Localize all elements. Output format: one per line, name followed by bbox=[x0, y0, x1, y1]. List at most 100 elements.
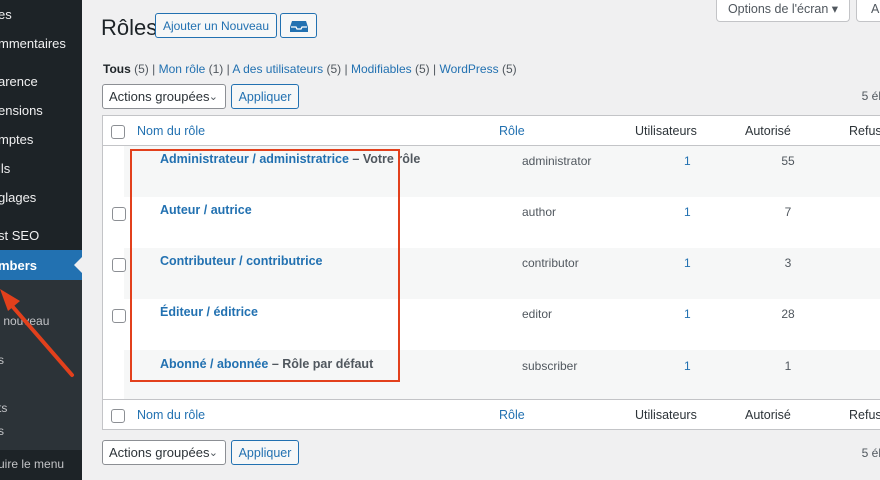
screen-options-button[interactable]: Options de l'écran ▾ bbox=[716, 0, 850, 22]
column-header-role[interactable]: Rôle bbox=[499, 124, 525, 138]
help-button[interactable]: Ai bbox=[856, 0, 880, 22]
column-footer-allowed: Autorisé bbox=[745, 408, 791, 422]
filter-count: (5) bbox=[326, 62, 342, 76]
sidebar-item-plugins[interactable]: ensions bbox=[0, 100, 82, 122]
sidebar-item-comments[interactable]: mmentaires bbox=[0, 33, 82, 55]
role-users-link[interactable]: 1 bbox=[684, 154, 691, 168]
sidebar-item-label: mptes bbox=[0, 132, 34, 147]
column-footer-denied: Refus bbox=[849, 408, 880, 422]
filter-count: (1) bbox=[208, 62, 224, 76]
role-state: – Votre rôle bbox=[348, 152, 421, 166]
role-users-link[interactable]: 1 bbox=[684, 307, 691, 321]
page-title: Rôles bbox=[101, 15, 158, 40]
bulk-actions-select-bottom[interactable]: Actions groupées ⌄ bbox=[102, 440, 226, 465]
submenu-item[interactable]: ts bbox=[0, 401, 7, 415]
role-allowed: 3 bbox=[784, 256, 792, 270]
sidebar-item-label: ils bbox=[0, 161, 11, 176]
role-state: – Rôle par défaut bbox=[268, 357, 374, 371]
sidebar-item-label: mbers bbox=[0, 258, 38, 273]
select-all-checkbox-footer[interactable] bbox=[111, 409, 125, 423]
row-checkbox[interactable] bbox=[112, 309, 126, 323]
sidebar-item-accounts[interactable]: mptes bbox=[0, 129, 82, 151]
role-name-link[interactable]: Éditeur / éditrice bbox=[160, 305, 258, 319]
table-footer: Nom du rôle Rôle Utilisateurs Autorisé R… bbox=[102, 399, 880, 430]
chevron-down-icon: ⌄ bbox=[208, 91, 218, 103]
role-slug: subscriber bbox=[522, 359, 578, 373]
role-users-link[interactable]: 1 bbox=[684, 256, 691, 270]
role-name-link[interactable]: Auteur / autrice bbox=[160, 203, 252, 217]
apply-button-top[interactable]: Appliquer bbox=[231, 84, 299, 109]
inbox-button[interactable] bbox=[280, 13, 317, 38]
sidebar-item-pages[interactable]: es bbox=[0, 4, 82, 26]
sidebar-item-members[interactable]: mbers bbox=[0, 250, 82, 280]
sidebar-item-label: ensions bbox=[0, 103, 43, 118]
role-name-link[interactable]: Administrateur / administratrice – Votre… bbox=[160, 152, 420, 166]
column-footer-role[interactable]: Rôle bbox=[499, 408, 525, 422]
sidebar-item-label: arence bbox=[0, 74, 38, 89]
sidebar-item-tools[interactable]: ils bbox=[0, 158, 82, 180]
table-row: Contributeur / contributrice contributor… bbox=[112, 248, 880, 299]
role-name-link[interactable]: Abonné / abonnée – Rôle par défaut bbox=[160, 357, 373, 371]
table-row: Éditeur / éditrice editor 1 28 0 bbox=[112, 299, 880, 350]
row-checkbox[interactable] bbox=[112, 207, 126, 221]
role-allowed: 55 bbox=[781, 154, 795, 168]
collapse-menu-button[interactable]: uire le menu bbox=[0, 457, 64, 471]
submenu-item[interactable]: s bbox=[0, 424, 4, 438]
submenu-item[interactable]: i bbox=[0, 376, 1, 390]
submenu-item-add-new[interactable]: r nouveau bbox=[0, 314, 49, 328]
active-indicator bbox=[74, 257, 82, 273]
role-allowed: 28 bbox=[781, 307, 795, 321]
role-slug: author bbox=[522, 205, 557, 219]
sidebar-item-appearance[interactable]: arence bbox=[0, 71, 82, 93]
sidebar-item-settings[interactable]: glages bbox=[0, 187, 82, 209]
sidebar-item-label: st SEO bbox=[0, 228, 40, 243]
submenu-item[interactable]: s bbox=[0, 353, 4, 367]
sidebar-item-label: glages bbox=[0, 190, 37, 205]
role-name: Éditeur / éditrice bbox=[160, 305, 258, 319]
select-all-checkbox[interactable] bbox=[111, 125, 125, 139]
role-allowed: 7 bbox=[784, 205, 792, 219]
sidebar-item-label: es bbox=[0, 7, 12, 22]
chevron-down-icon: ⌄ bbox=[208, 447, 218, 459]
filter-count: (5) bbox=[134, 62, 149, 76]
bulk-actions-value: Actions groupées bbox=[109, 89, 210, 104]
main-content: Rôles Ajouter un Nouveau Options de l'éc… bbox=[82, 0, 880, 480]
role-slug: administrator bbox=[522, 154, 592, 168]
role-name: Auteur / autrice bbox=[160, 203, 252, 217]
items-count-top: 5 él bbox=[861, 89, 880, 103]
admin-sidebar: es mmentaires arence ensions mptes ils g… bbox=[0, 0, 82, 480]
add-new-button[interactable]: Ajouter un Nouveau bbox=[155, 13, 277, 38]
filter-has-users[interactable]: A des utilisateurs bbox=[232, 62, 323, 76]
role-filters: Tous (5) | Mon rôle (1) | A des utilisat… bbox=[103, 62, 517, 76]
filter-all[interactable]: Tous bbox=[103, 62, 131, 76]
role-slug: contributor bbox=[522, 256, 579, 270]
bulk-actions-select-top[interactable]: Actions groupées ⌄ bbox=[102, 84, 226, 109]
filter-editable[interactable]: Modifiables bbox=[351, 62, 412, 76]
role-name: Contributeur / contributrice bbox=[160, 254, 323, 268]
column-footer-users: Utilisateurs bbox=[635, 408, 697, 422]
filter-count: (5) bbox=[501, 62, 517, 76]
sidebar-item-seo[interactable]: st SEO bbox=[0, 225, 82, 247]
table-row: Administrateur / administratrice – Votre… bbox=[124, 146, 880, 197]
inbox-icon bbox=[289, 20, 308, 32]
roles-table-body: Administrateur / administratrice – Votre… bbox=[102, 145, 880, 401]
row-checkbox[interactable] bbox=[112, 258, 126, 272]
role-name: Administrateur / administratrice bbox=[160, 152, 349, 166]
column-header-name[interactable]: Nom du rôle bbox=[137, 124, 205, 138]
table-header: Nom du rôle Rôle Utilisateurs Autorisé R… bbox=[102, 115, 880, 146]
column-footer-name[interactable]: Nom du rôle bbox=[137, 408, 205, 422]
column-header-users: Utilisateurs bbox=[635, 124, 697, 138]
role-name: Abonné / abonnée bbox=[160, 357, 269, 371]
table-row: Auteur / autrice author 1 7 0 bbox=[112, 197, 880, 248]
role-users-link[interactable]: 1 bbox=[684, 359, 691, 373]
filter-my-role[interactable]: Mon rôle bbox=[159, 62, 206, 76]
role-name-link[interactable]: Contributeur / contributrice bbox=[160, 254, 323, 268]
column-header-allowed: Autorisé bbox=[745, 124, 791, 138]
filter-count: (5) bbox=[415, 62, 430, 76]
apply-button-bottom[interactable]: Appliquer bbox=[231, 440, 299, 465]
table-row: Abonné / abonnée – Rôle par défaut subsc… bbox=[124, 350, 880, 401]
items-count-bottom: 5 él bbox=[861, 446, 880, 460]
role-users-link[interactable]: 1 bbox=[684, 205, 691, 219]
sidebar-item-label: mmentaires bbox=[0, 36, 66, 51]
filter-wordpress[interactable]: WordPress bbox=[439, 62, 498, 76]
